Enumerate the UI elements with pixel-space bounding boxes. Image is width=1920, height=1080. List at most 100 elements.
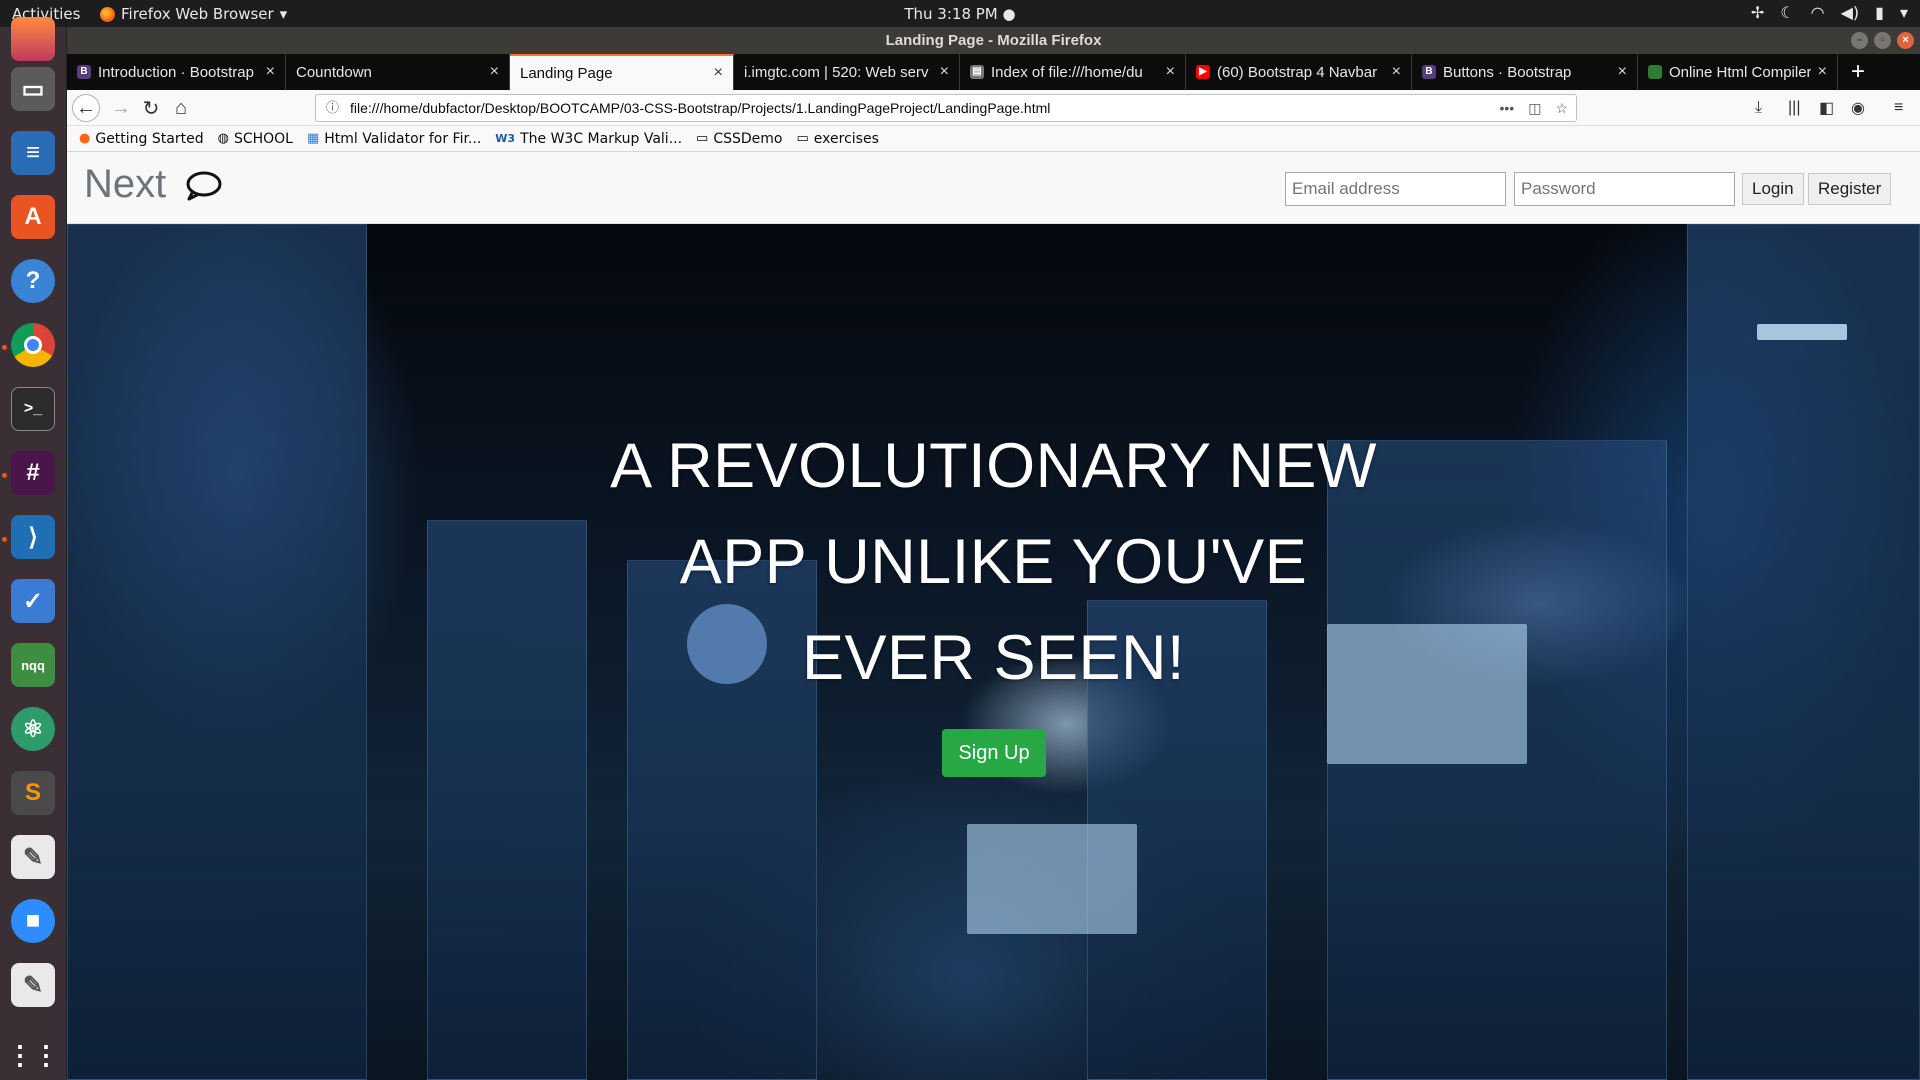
tab-buttons-bootstrap[interactable]: B Buttons · Bootstrap × (1412, 54, 1638, 90)
clock-label: Thu 3:18 PM (904, 5, 998, 23)
zoom-launcher-icon[interactable]: ■ (11, 899, 55, 943)
pocket-icon[interactable]: ◫ (1528, 95, 1541, 121)
tab-close-icon[interactable]: × (1392, 63, 1401, 81)
tab-close-icon[interactable]: × (1818, 63, 1827, 81)
bookmark-school[interactable]: ◍ SCHOOL (218, 131, 293, 147)
new-tab-button[interactable]: + (1838, 54, 1878, 90)
tab-countdown[interactable]: Countdown × (286, 54, 510, 90)
tab-close-icon[interactable]: × (714, 64, 723, 82)
tab-introduction-bootstrap[interactable]: B Introduction · Bootstrap × (67, 54, 286, 90)
tab-close-icon[interactable]: × (1618, 63, 1627, 81)
menu-button[interactable]: ≡ (1894, 94, 1903, 122)
bookmark-html-validator[interactable]: ▦ Html Validator for Fir... (307, 131, 481, 147)
bookmark-label: The W3C Markup Vali... (520, 130, 683, 147)
app-menu-label: Firefox Web Browser (121, 5, 274, 23)
home-icon: ⌂ (174, 96, 188, 119)
register-button[interactable]: Register (1808, 173, 1892, 205)
home-button[interactable]: ⌂ (167, 94, 195, 122)
chevron-down-icon[interactable]: ▾ (1900, 3, 1908, 22)
sidebar-button[interactable]: ◧ (1819, 94, 1834, 122)
email-field[interactable] (1285, 172, 1506, 206)
globe-icon: ◍ (217, 131, 229, 146)
clock[interactable]: Thu 3:18 PM ● (0, 5, 1920, 23)
account-button[interactable]: ◉ (1851, 94, 1865, 122)
battery-icon[interactable]: ▮ (1875, 3, 1884, 22)
billboard-sign (1757, 324, 1847, 340)
forward-button[interactable]: → (107, 94, 135, 122)
bookmark-folder-exercises[interactable]: ▭ exercises (797, 131, 879, 147)
maximize-icon[interactable]: ▫ (1874, 32, 1891, 49)
minimize-icon[interactable]: – (1851, 32, 1868, 49)
info-icon[interactable]: ⓘ (326, 95, 339, 121)
w3c-icon: W3 (495, 132, 516, 145)
tab-imgtc[interactable]: i.imgtc.com | 520: Web serv × (734, 54, 960, 90)
bookmark-label: exercises (813, 130, 879, 147)
chevron-down-icon: ▾ (279, 5, 288, 23)
tab-close-icon[interactable]: × (940, 63, 949, 81)
folder-icon: ▭ (796, 131, 809, 146)
arrow-left-icon: ← (76, 96, 96, 119)
firefox-launcher-icon[interactable] (11, 17, 55, 61)
bookmark-label: SCHOOL (233, 130, 293, 147)
folder-icon: ▭ (696, 131, 709, 146)
system-top-bar: Activities Firefox Web Browser ▾ Thu 3:1… (0, 0, 1920, 27)
tab-close-icon[interactable]: × (1166, 63, 1175, 81)
tab-label: Landing Page (520, 64, 613, 82)
volume-icon[interactable]: ◀) (1841, 3, 1860, 22)
tab-close-icon[interactable]: × (490, 63, 499, 81)
help-icon[interactable]: ? (11, 259, 55, 303)
tab-online-html-compiler[interactable]: Online Html Compiler - C × (1638, 54, 1838, 90)
wifi-icon[interactable]: ◠ (1811, 3, 1825, 22)
tab-label: Countdown (296, 63, 372, 81)
reload-button[interactable]: ↻ (137, 94, 165, 122)
files-launcher-icon[interactable]: ▭ (11, 67, 55, 111)
tab-landing-page[interactable]: Landing Page × (510, 54, 734, 90)
page-actions-icon[interactable]: ••• (1499, 95, 1514, 121)
speech-bubble-icon (185, 170, 223, 207)
slack-tray-icon[interactable]: ✢ (1751, 3, 1764, 22)
software-center-icon[interactable]: A (11, 195, 55, 239)
tasks-launcher-icon[interactable]: ✓ (11, 579, 55, 623)
notes-launcher-icon[interactable]: ✎ (11, 963, 55, 1007)
bookmark-w3c-validator[interactable]: W3 The W3C Markup Vali... (495, 131, 682, 147)
tab-strip: B Introduction · Bootstrap × Countdown ×… (67, 54, 1920, 90)
text-editor-launcher-icon[interactable]: ✎ (11, 835, 55, 879)
slack-launcher-icon[interactable]: # (11, 451, 55, 495)
library-button[interactable]: ||| (1788, 94, 1800, 122)
chrome-launcher-icon[interactable] (11, 323, 55, 367)
nqq-launcher-icon[interactable]: nqq (11, 643, 55, 687)
window-title: Landing Page - Mozilla Firefox (885, 32, 1102, 49)
brand-logo[interactable]: Next (84, 162, 166, 207)
sign-up-button[interactable]: Sign Up (942, 729, 1046, 777)
bookmark-label: CSSDemo (713, 130, 783, 147)
show-apps-icon[interactable]: ⋮⋮ (7, 1033, 59, 1077)
login-button[interactable]: Login (1742, 173, 1804, 205)
atom-launcher-icon[interactable]: ⚛ (11, 707, 55, 751)
tab-index-of-file[interactable]: ▤ Index of file:///home/du × (960, 54, 1186, 90)
terminal-launcher-icon[interactable]: >_ (11, 387, 55, 431)
downloads-button[interactable]: ⤓ (1755, 94, 1762, 122)
back-button[interactable]: ← (72, 94, 100, 122)
vscode-launcher-icon[interactable]: ⟩ (11, 515, 55, 559)
bookmark-label: Getting Started (95, 130, 204, 147)
system-tray[interactable]: ✢ ☾ ◠ ◀) ▮ ▾ (1751, 3, 1908, 22)
bookmark-star-icon[interactable]: ☆ (1555, 95, 1568, 121)
bookmark-folder-cssdemo[interactable]: ▭ CSSDemo (696, 131, 782, 147)
close-icon[interactable]: × (1897, 32, 1914, 49)
bookmark-getting-started[interactable]: ● Getting Started (79, 131, 204, 147)
tab-label: i.imgtc.com | 520: Web serv (744, 63, 929, 81)
app-menu[interactable]: Firefox Web Browser ▾ (100, 5, 287, 23)
sublime-launcher-icon[interactable]: S (11, 771, 55, 815)
billboard-screen (967, 824, 1137, 934)
password-field[interactable] (1514, 172, 1735, 206)
tab-label: Index of file:///home/du (991, 63, 1143, 81)
url-bar[interactable]: ⓘ file:///home/dubfactor/Desktop/BOOTCAM… (315, 94, 1577, 122)
hero-title-line: A REVOLUTIONARY NEW (610, 431, 1377, 501)
writer-launcher-icon[interactable]: ≡ (11, 131, 55, 175)
hero-title: A REVOLUTIONARY NEW APP UNLIKE YOU'VE EV… (67, 418, 1920, 706)
tab-label: Online Html Compiler - C (1669, 63, 1811, 81)
bootstrap-favicon-icon: B (77, 65, 91, 79)
night-light-icon[interactable]: ☾ (1780, 3, 1794, 22)
tab-bootstrap-navbar-video[interactable]: ▶ (60) Bootstrap 4 Navbar × (1186, 54, 1412, 90)
tab-close-icon[interactable]: × (266, 63, 275, 81)
